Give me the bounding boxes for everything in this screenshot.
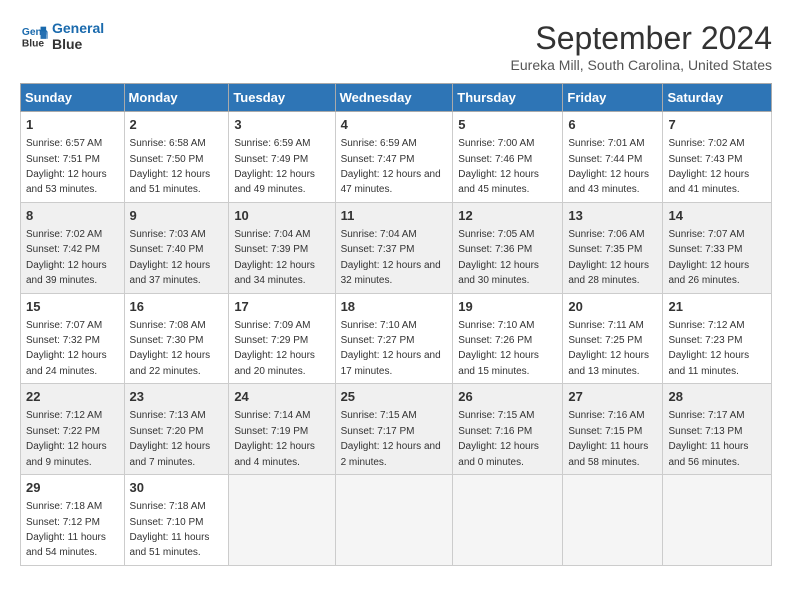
calendar-cell: 27Sunrise: 7:16 AMSunset: 7:15 PMDayligh…	[563, 384, 663, 475]
calendar-cell	[563, 475, 663, 566]
calendar-cell: 16Sunrise: 7:08 AMSunset: 7:30 PMDayligh…	[124, 293, 229, 384]
calendar-cell: 4Sunrise: 6:59 AMSunset: 7:47 PMDaylight…	[335, 112, 453, 203]
day-number: 16	[130, 298, 224, 316]
header-wednesday: Wednesday	[335, 84, 453, 112]
calendar-cell	[335, 475, 453, 566]
day-number: 26	[458, 388, 557, 406]
calendar-header-row: SundayMondayTuesdayWednesdayThursdayFrid…	[21, 84, 772, 112]
day-number: 6	[568, 116, 657, 134]
calendar-cell	[453, 475, 563, 566]
page-subtitle: Eureka Mill, South Carolina, United Stat…	[511, 57, 772, 73]
day-number: 17	[234, 298, 329, 316]
calendar-week-row: 8Sunrise: 7:02 AMSunset: 7:42 PMDaylight…	[21, 202, 772, 293]
calendar-table: SundayMondayTuesdayWednesdayThursdayFrid…	[20, 83, 772, 566]
header-thursday: Thursday	[453, 84, 563, 112]
calendar-cell: 14Sunrise: 7:07 AMSunset: 7:33 PMDayligh…	[663, 202, 772, 293]
calendar-cell: 18Sunrise: 7:10 AMSunset: 7:27 PMDayligh…	[335, 293, 453, 384]
day-number: 13	[568, 207, 657, 225]
calendar-cell: 3Sunrise: 6:59 AMSunset: 7:49 PMDaylight…	[229, 112, 335, 203]
calendar-cell: 13Sunrise: 7:06 AMSunset: 7:35 PMDayligh…	[563, 202, 663, 293]
calendar-cell: 23Sunrise: 7:13 AMSunset: 7:20 PMDayligh…	[124, 384, 229, 475]
calendar-week-row: 22Sunrise: 7:12 AMSunset: 7:22 PMDayligh…	[21, 384, 772, 475]
calendar-cell: 17Sunrise: 7:09 AMSunset: 7:29 PMDayligh…	[229, 293, 335, 384]
day-number: 14	[668, 207, 766, 225]
calendar-cell: 15Sunrise: 7:07 AMSunset: 7:32 PMDayligh…	[21, 293, 125, 384]
day-number: 29	[26, 479, 119, 497]
day-number: 1	[26, 116, 119, 134]
calendar-cell: 29Sunrise: 7:18 AMSunset: 7:12 PMDayligh…	[21, 475, 125, 566]
header-tuesday: Tuesday	[229, 84, 335, 112]
calendar-cell: 7Sunrise: 7:02 AMSunset: 7:43 PMDaylight…	[663, 112, 772, 203]
day-number: 12	[458, 207, 557, 225]
day-number: 11	[341, 207, 448, 225]
day-number: 18	[341, 298, 448, 316]
day-number: 9	[130, 207, 224, 225]
title-block: September 2024 Eureka Mill, South Caroli…	[511, 20, 772, 73]
day-number: 2	[130, 116, 224, 134]
day-number: 30	[130, 479, 224, 497]
header-friday: Friday	[563, 84, 663, 112]
calendar-week-row: 1Sunrise: 6:57 AMSunset: 7:51 PMDaylight…	[21, 112, 772, 203]
calendar-cell: 8Sunrise: 7:02 AMSunset: 7:42 PMDaylight…	[21, 202, 125, 293]
calendar-cell: 22Sunrise: 7:12 AMSunset: 7:22 PMDayligh…	[21, 384, 125, 475]
day-number: 27	[568, 388, 657, 406]
day-number: 4	[341, 116, 448, 134]
logo-line2: Blue	[52, 36, 104, 52]
calendar-cell: 24Sunrise: 7:14 AMSunset: 7:19 PMDayligh…	[229, 384, 335, 475]
calendar-cell: 21Sunrise: 7:12 AMSunset: 7:23 PMDayligh…	[663, 293, 772, 384]
svg-text:Blue: Blue	[22, 38, 45, 49]
logo: General Blue General Blue	[20, 20, 104, 52]
header-sunday: Sunday	[21, 84, 125, 112]
day-number: 8	[26, 207, 119, 225]
calendar-cell: 19Sunrise: 7:10 AMSunset: 7:26 PMDayligh…	[453, 293, 563, 384]
day-number: 7	[668, 116, 766, 134]
day-number: 24	[234, 388, 329, 406]
calendar-cell	[229, 475, 335, 566]
day-number: 3	[234, 116, 329, 134]
calendar-week-row: 29Sunrise: 7:18 AMSunset: 7:12 PMDayligh…	[21, 475, 772, 566]
calendar-week-row: 15Sunrise: 7:07 AMSunset: 7:32 PMDayligh…	[21, 293, 772, 384]
day-number: 25	[341, 388, 448, 406]
day-number: 10	[234, 207, 329, 225]
day-number: 23	[130, 388, 224, 406]
calendar-cell: 6Sunrise: 7:01 AMSunset: 7:44 PMDaylight…	[563, 112, 663, 203]
calendar-cell: 9Sunrise: 7:03 AMSunset: 7:40 PMDaylight…	[124, 202, 229, 293]
day-number: 15	[26, 298, 119, 316]
day-number: 21	[668, 298, 766, 316]
header-saturday: Saturday	[663, 84, 772, 112]
calendar-cell	[663, 475, 772, 566]
day-number: 20	[568, 298, 657, 316]
calendar-cell: 11Sunrise: 7:04 AMSunset: 7:37 PMDayligh…	[335, 202, 453, 293]
page-title: September 2024	[511, 20, 772, 57]
logo-line1: General	[52, 20, 104, 36]
day-number: 28	[668, 388, 766, 406]
day-number: 19	[458, 298, 557, 316]
calendar-cell: 2Sunrise: 6:58 AMSunset: 7:50 PMDaylight…	[124, 112, 229, 203]
calendar-cell: 20Sunrise: 7:11 AMSunset: 7:25 PMDayligh…	[563, 293, 663, 384]
calendar-cell: 10Sunrise: 7:04 AMSunset: 7:39 PMDayligh…	[229, 202, 335, 293]
day-number: 5	[458, 116, 557, 134]
logo-icon: General Blue	[20, 22, 48, 50]
day-number: 22	[26, 388, 119, 406]
page-header: General Blue General Blue September 2024…	[20, 20, 772, 73]
calendar-cell: 26Sunrise: 7:15 AMSunset: 7:16 PMDayligh…	[453, 384, 563, 475]
calendar-cell: 28Sunrise: 7:17 AMSunset: 7:13 PMDayligh…	[663, 384, 772, 475]
calendar-cell: 25Sunrise: 7:15 AMSunset: 7:17 PMDayligh…	[335, 384, 453, 475]
header-monday: Monday	[124, 84, 229, 112]
calendar-cell: 12Sunrise: 7:05 AMSunset: 7:36 PMDayligh…	[453, 202, 563, 293]
calendar-cell: 1Sunrise: 6:57 AMSunset: 7:51 PMDaylight…	[21, 112, 125, 203]
calendar-cell: 5Sunrise: 7:00 AMSunset: 7:46 PMDaylight…	[453, 112, 563, 203]
calendar-cell: 30Sunrise: 7:18 AMSunset: 7:10 PMDayligh…	[124, 475, 229, 566]
